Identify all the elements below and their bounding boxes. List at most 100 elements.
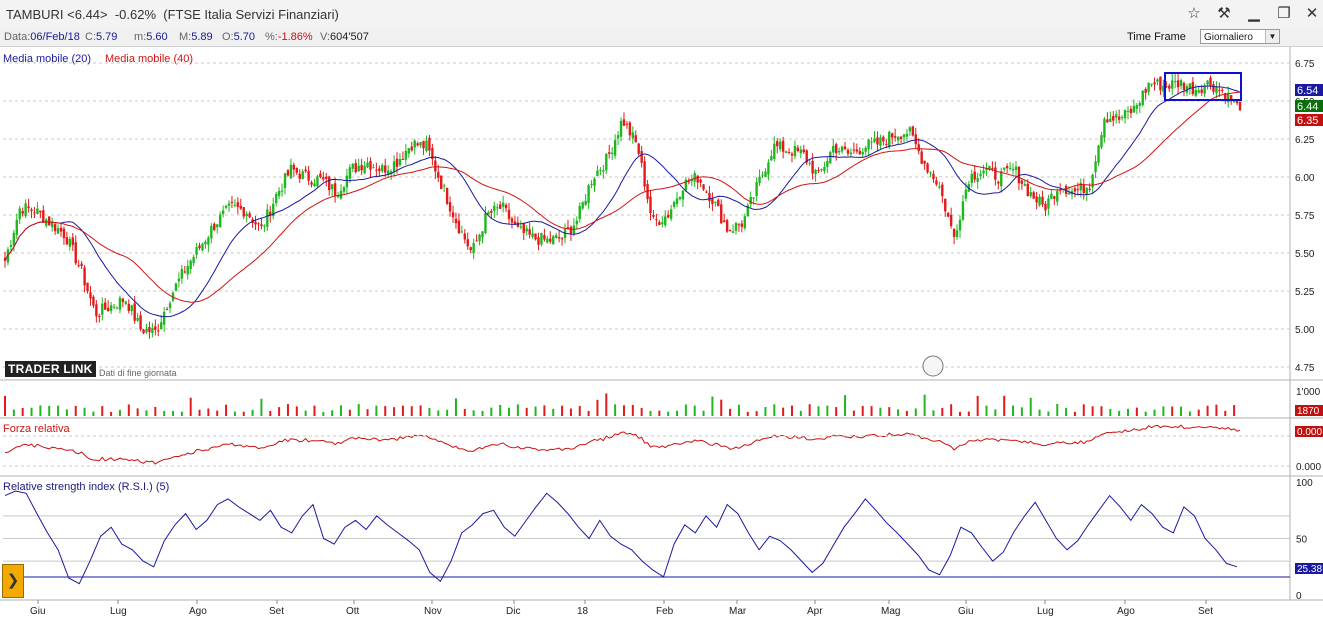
volume-bar xyxy=(596,399,599,416)
candle-body xyxy=(445,187,449,204)
candle-body xyxy=(920,151,923,164)
candle-body xyxy=(92,296,95,306)
volume-bar xyxy=(1065,407,1068,416)
candle-body xyxy=(737,224,741,226)
month-tick-label: Mar xyxy=(729,606,747,617)
candle-body xyxy=(218,214,222,227)
candle-body xyxy=(292,164,296,170)
candle-body xyxy=(469,247,472,251)
candle-body xyxy=(546,238,549,243)
candle-body xyxy=(672,201,676,207)
candle-body xyxy=(1138,103,1141,106)
volume-bar xyxy=(729,408,732,416)
candle-body xyxy=(27,206,30,208)
volume-bar xyxy=(401,405,404,416)
volume-bar xyxy=(1215,404,1218,416)
candle-body xyxy=(425,140,428,151)
candle-body xyxy=(381,165,384,172)
volume-bar xyxy=(1188,411,1191,416)
candle-body xyxy=(661,222,664,225)
candle-body xyxy=(678,196,682,200)
rsi-tick-label: 100 xyxy=(1296,478,1313,489)
candle-body xyxy=(705,191,708,193)
candle-body xyxy=(484,213,487,234)
candle-body xyxy=(71,237,74,246)
candle-body xyxy=(77,265,80,267)
month-tick-label: Apr xyxy=(807,606,823,617)
candle-body xyxy=(245,213,248,217)
candle-body xyxy=(304,169,307,172)
candle-body xyxy=(1194,89,1197,96)
volume-bar xyxy=(1126,408,1129,416)
play-button[interactable]: ❯ xyxy=(2,564,24,598)
candle-body xyxy=(213,223,216,231)
volume-bar xyxy=(331,410,334,416)
candle-body xyxy=(944,198,947,212)
volume-bar xyxy=(74,405,77,416)
volume-bar xyxy=(614,404,617,416)
candle-body xyxy=(257,223,260,225)
candle-body xyxy=(221,210,225,215)
candle-body xyxy=(157,330,160,332)
month-tick-label: Ago xyxy=(189,606,207,617)
candle-body xyxy=(770,156,773,161)
candle-body xyxy=(991,167,994,169)
candle-body xyxy=(820,169,823,171)
volume-bar xyxy=(313,405,316,416)
candle-body xyxy=(1097,145,1100,163)
candle-body xyxy=(254,221,257,225)
volume-bar xyxy=(773,404,776,416)
candle-body xyxy=(749,196,752,205)
chart-canvas[interactable]: 6.756.506.256.005.755.505.255.004.756.54… xyxy=(0,0,1323,618)
volume-bar xyxy=(145,410,148,416)
rsi-line xyxy=(4,490,1238,585)
candle-body xyxy=(348,167,352,179)
volume-bar xyxy=(278,407,281,416)
volume-bar xyxy=(1135,407,1138,416)
price-tick-label: 5.50 xyxy=(1295,249,1315,260)
candle-body xyxy=(1159,76,1162,91)
candle-body xyxy=(935,180,938,185)
volume-bar xyxy=(154,406,157,416)
candle-body xyxy=(666,214,670,218)
candle-body xyxy=(1221,89,1224,91)
logo-subtitle: Dati di fine giornata xyxy=(99,368,177,378)
candle-body xyxy=(1073,188,1077,192)
candle-body xyxy=(463,233,467,240)
candle-body xyxy=(1103,118,1106,138)
candle-body xyxy=(608,152,611,154)
candle-body xyxy=(826,160,829,167)
price-tick-label: 6.75 xyxy=(1295,59,1315,70)
candle-body xyxy=(1179,80,1183,86)
candle-body xyxy=(98,315,101,317)
rsi-value-label: 25.38 xyxy=(1297,564,1322,575)
candle-body xyxy=(1168,85,1171,89)
volume-bar xyxy=(684,404,687,416)
candle-body xyxy=(416,143,419,146)
candle-body xyxy=(15,219,18,235)
candle-body xyxy=(1212,84,1215,92)
candle-body xyxy=(725,220,729,232)
month-tick-label: Dic xyxy=(506,606,520,617)
candle-body xyxy=(664,216,667,226)
volume-bar xyxy=(1100,406,1103,416)
candle-body xyxy=(781,140,785,152)
candle-body xyxy=(817,170,820,172)
candle-body xyxy=(236,202,240,207)
candle-body xyxy=(322,177,325,180)
candle-body xyxy=(401,158,405,160)
volume-bar xyxy=(1073,411,1076,416)
candle-body xyxy=(1197,90,1200,93)
candle-body xyxy=(979,173,982,176)
candle-body xyxy=(994,167,997,180)
candle-body xyxy=(301,171,304,179)
candle-body xyxy=(510,218,514,223)
candle-body xyxy=(870,141,873,143)
volume-bar xyxy=(658,410,661,416)
volume-bar xyxy=(437,410,440,416)
candle-body xyxy=(893,136,897,138)
candle-body xyxy=(216,224,219,228)
candle-body xyxy=(899,136,903,140)
candle-body xyxy=(808,162,811,164)
volume-bar xyxy=(1162,406,1165,416)
